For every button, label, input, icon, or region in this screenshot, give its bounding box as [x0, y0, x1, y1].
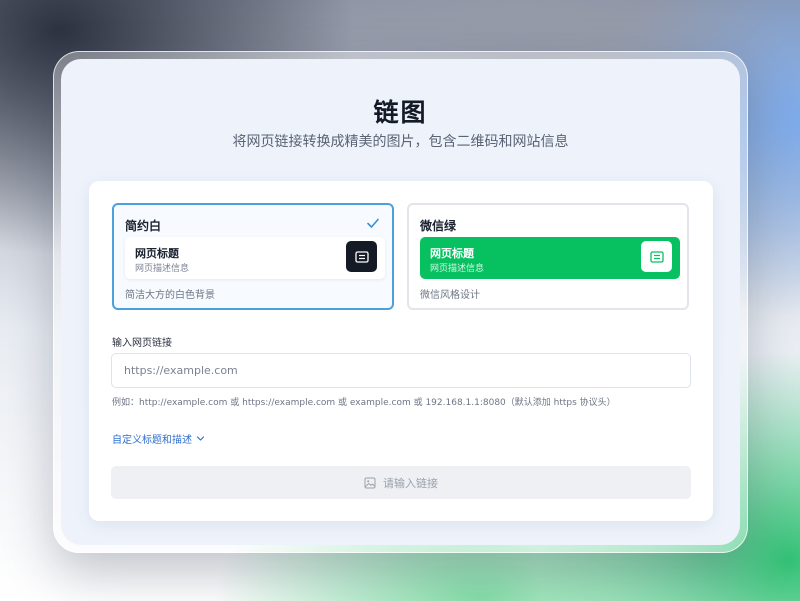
chevron-down-icon: [196, 436, 205, 441]
theme-name: 微信绿: [420, 219, 457, 233]
preview-title: 网页标题: [430, 247, 474, 260]
url-input-label: 输入网页链接: [112, 338, 172, 349]
custom-title-toggle-label: 自定义标题和描述: [112, 435, 192, 446]
url-input[interactable]: [111, 353, 691, 388]
page-subtitle: 将网页链接转换成精美的图片，包含二维码和网站信息: [232, 134, 569, 150]
main-card: 简约白 网页标题 网页描述信息 简洁大方的白色背景 微信绿 网页标题 网页描述信…: [89, 181, 713, 521]
page-title: 链图: [373, 98, 428, 127]
preview-description: 网页描述信息: [430, 264, 485, 274]
generate-button-label: 请输入链接: [383, 476, 438, 490]
url-input-hint: 例如：http://example.com 或 https://example.…: [112, 398, 616, 408]
image-icon: [364, 477, 376, 488]
theme-preview: 网页标题 网页描述信息: [420, 237, 680, 279]
preview-title: 网页标题: [135, 247, 179, 260]
custom-title-toggle[interactable]: 自定义标题和描述: [112, 431, 205, 446]
app-window: 链图 将网页链接转换成精美的图片，包含二维码和网站信息 简约白 网页标题 网页描…: [53, 51, 748, 553]
generate-button[interactable]: 请输入链接: [111, 466, 691, 499]
theme-option-wechat-green[interactable]: 微信绿 网页标题 网页描述信息 微信风格设计: [407, 203, 689, 310]
theme-preview: 网页标题 网页描述信息: [125, 237, 385, 279]
theme-description: 微信风格设计: [420, 290, 480, 301]
qr-placeholder-icon: [346, 241, 377, 272]
qr-placeholder-icon: [641, 241, 672, 272]
preview-description: 网页描述信息: [135, 264, 190, 274]
checkmark-icon: [367, 218, 379, 228]
theme-description: 简洁大方的白色背景: [125, 290, 215, 301]
theme-option-simple-white[interactable]: 简约白 网页标题 网页描述信息 简洁大方的白色背景: [112, 203, 394, 310]
theme-name: 简约白: [125, 219, 162, 233]
app-panel: 链图 将网页链接转换成精美的图片，包含二维码和网站信息 简约白 网页标题 网页描…: [61, 59, 740, 545]
